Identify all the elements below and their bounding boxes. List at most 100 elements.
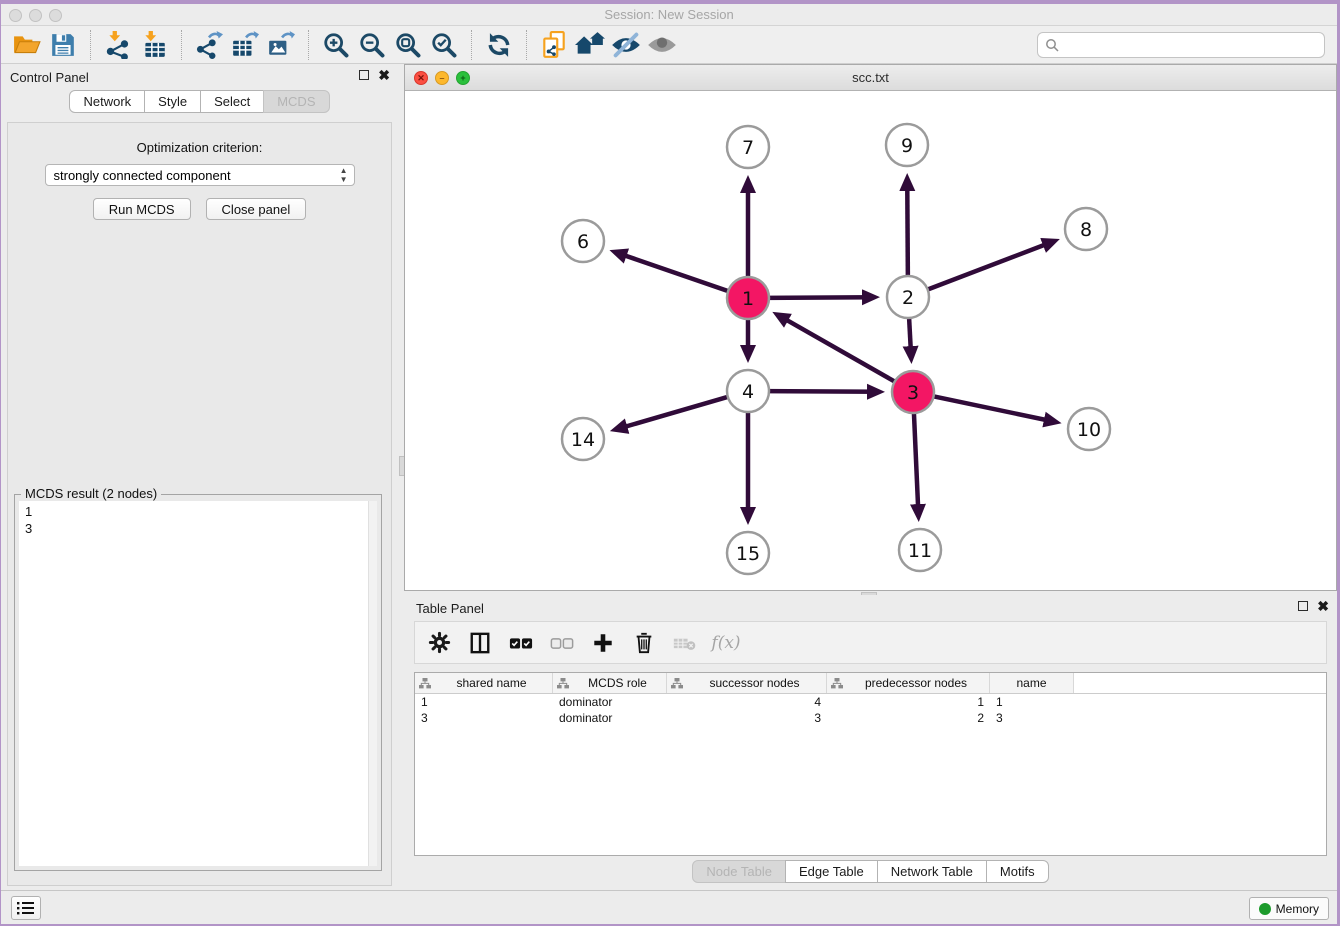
control-panel-title: Control Panel [10, 70, 89, 85]
column-header-shared-name[interactable]: shared name [415, 673, 553, 693]
copy-network-view-icon[interactable] [536, 29, 572, 61]
column-header-mcds-role[interactable]: MCDS role [553, 673, 667, 693]
graph-node-3[interactable]: 3 [892, 371, 934, 413]
network-canvas[interactable]: 1 2 3 4 6 7 8 9 10 11 14 15 [405, 91, 1336, 590]
function-builder-icon[interactable]: f(x) [714, 631, 738, 655]
table-cell[interactable]: 3 [667, 710, 827, 726]
optimization-criterion-select[interactable]: strongly connected component ▲▼ [45, 164, 355, 186]
add-icon[interactable] [591, 631, 615, 655]
network-close-button[interactable]: ✕ [414, 71, 428, 85]
float-panel-icon[interactable] [359, 70, 369, 80]
graph-node-14[interactable]: 14 [562, 418, 604, 460]
graph-node-1[interactable]: 1 [727, 277, 769, 319]
memory-button[interactable]: Memory [1249, 897, 1329, 920]
float-table-panel-icon[interactable] [1298, 601, 1308, 611]
mcds-result-area[interactable]: 1 3 [19, 501, 377, 866]
table-cell[interactable]: 1 [415, 694, 553, 710]
show-visual-properties-icon[interactable] [644, 29, 680, 61]
table-cell[interactable]: dominator [553, 694, 667, 710]
table-cell[interactable]: 4 [667, 694, 827, 710]
column-header-name[interactable]: name [990, 673, 1074, 693]
svg-text:7: 7 [742, 137, 754, 159]
graph-edge-2-9[interactable] [907, 179, 908, 278]
zoom-fit-icon[interactable] [390, 29, 426, 61]
svg-text:14: 14 [571, 429, 595, 451]
network-maximize-button[interactable]: + [456, 71, 470, 85]
tab-node-table[interactable]: Node Table [692, 860, 786, 883]
table-cell[interactable]: 3 [415, 710, 553, 726]
network-minimize-button[interactable]: – [435, 71, 449, 85]
search-field[interactable] [1037, 32, 1325, 58]
graph-node-10[interactable]: 10 [1068, 408, 1110, 450]
export-network-icon[interactable] [191, 29, 227, 61]
graph-edge-1-2[interactable] [767, 297, 874, 298]
table-cell[interactable]: 1 [827, 694, 990, 710]
refresh-icon[interactable] [481, 29, 517, 61]
open-session-icon[interactable] [9, 29, 45, 61]
zoom-in-icon[interactable] [318, 29, 354, 61]
export-image-icon[interactable] [263, 29, 299, 61]
graph-edge-4-14[interactable] [616, 396, 730, 429]
task-history-button[interactable] [11, 896, 41, 920]
graph-node-8[interactable]: 8 [1065, 208, 1107, 250]
graph-edge-2-3[interactable] [909, 316, 911, 358]
unselect-all-icon[interactable] [550, 631, 574, 655]
graph-node-6[interactable]: 6 [562, 220, 604, 262]
graph-edge-3-11[interactable] [914, 411, 919, 516]
tab-edge-table[interactable]: Edge Table [785, 860, 878, 883]
graph-edge-1-6[interactable] [615, 252, 730, 292]
minimize-window-button[interactable] [29, 9, 42, 22]
graph-edge-4-3[interactable] [767, 391, 879, 392]
column-header-predecessor-nodes[interactable]: predecessor nodes [827, 673, 990, 693]
save-session-icon[interactable] [45, 29, 81, 61]
search-input[interactable] [1064, 37, 1324, 54]
delete-table-icon[interactable] [673, 631, 697, 655]
close-panel-button[interactable]: Close panel [206, 198, 307, 220]
graph-node-11[interactable]: 11 [899, 529, 941, 571]
graph-node-15[interactable]: 15 [727, 532, 769, 574]
node-table: shared nameMCDS rolesuccessor nodesprede… [414, 672, 1327, 856]
close-table-panel-icon[interactable]: ✖ [1317, 600, 1329, 612]
tab-motifs[interactable]: Motifs [986, 860, 1049, 883]
hide-visual-properties-icon[interactable] [608, 29, 644, 61]
graph-node-9[interactable]: 9 [886, 124, 928, 166]
show-all-networks-icon[interactable] [572, 29, 608, 61]
table-row[interactable]: 1dominator411 [415, 694, 1326, 710]
table-row[interactable]: 3dominator323 [415, 710, 1326, 726]
table-cell[interactable]: 1 [990, 694, 1074, 710]
import-network-icon[interactable] [100, 29, 136, 61]
maximize-window-button[interactable] [49, 9, 62, 22]
tab-mcds[interactable]: MCDS [263, 90, 329, 113]
close-window-button[interactable] [9, 9, 22, 22]
run-mcds-button[interactable]: Run MCDS [93, 198, 191, 220]
svg-text:2: 2 [902, 287, 914, 309]
table-cell[interactable]: dominator [553, 710, 667, 726]
trash-icon[interactable] [632, 631, 656, 655]
import-table-icon[interactable] [136, 29, 172, 61]
result-scrollbar[interactable] [368, 501, 377, 866]
zoom-out-icon[interactable] [354, 29, 390, 61]
tab-select[interactable]: Select [200, 90, 264, 113]
svg-text:10: 10 [1077, 419, 1101, 441]
split-pane-icon[interactable] [468, 631, 492, 655]
graph-edge-3-10[interactable] [932, 396, 1056, 422]
export-table-icon[interactable] [227, 29, 263, 61]
network-window-titlebar[interactable]: ✕ – + scc.txt [405, 65, 1336, 91]
gear-icon[interactable] [427, 631, 451, 655]
tab-network-table[interactable]: Network Table [877, 860, 987, 883]
table-cell[interactable]: 2 [827, 710, 990, 726]
graph-node-2[interactable]: 2 [887, 276, 929, 318]
close-panel-icon[interactable]: ✖ [378, 69, 390, 81]
zoom-selected-icon[interactable] [426, 29, 462, 61]
graph-edge-2-8[interactable] [926, 241, 1054, 290]
network-graph[interactable]: 1 2 3 4 6 7 8 9 10 11 14 15 [405, 91, 1336, 590]
column-header-successor-nodes[interactable]: successor nodes [667, 673, 827, 693]
table-cell[interactable]: 3 [990, 710, 1074, 726]
graph-node-7[interactable]: 7 [727, 126, 769, 168]
graph-node-4[interactable]: 4 [727, 370, 769, 412]
graph-edge-3-1[interactable] [778, 315, 897, 383]
status-bar: Memory [1, 890, 1337, 924]
tab-network[interactable]: Network [69, 90, 145, 113]
select-all-icon[interactable] [509, 631, 533, 655]
tab-style[interactable]: Style [144, 90, 201, 113]
